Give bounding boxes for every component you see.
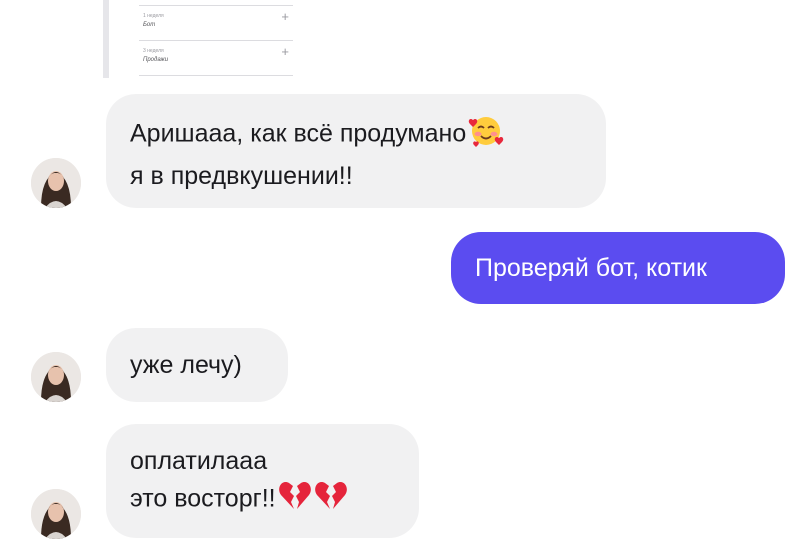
incoming-message-bubble[interactable]: Аришааа, как всё продумано я в предвкуше…: [106, 94, 606, 208]
message-text: это восторг!!: [130, 484, 276, 513]
chat-thread: 1 неделя Бот + 3 неделя Продажи + Аришаа…: [0, 0, 800, 550]
outgoing-message-bubble[interactable]: Проверяй бот, котик: [451, 232, 785, 304]
message-text: уже лечу): [130, 351, 242, 379]
message-text: оплатилааа: [130, 447, 268, 475]
message-text: Проверяй бот, котик: [475, 254, 707, 282]
smiling-face-with-hearts-icon: [468, 112, 504, 158]
broken-heart-icon: [314, 479, 348, 521]
incoming-message-bubble[interactable]: оплатилааа это восторг!!: [106, 424, 419, 538]
avatar[interactable]: [31, 352, 81, 402]
card-row-value: Продажи: [143, 57, 169, 63]
card-row[interactable]: 1 неделя Бот +: [139, 5, 293, 41]
avatar[interactable]: [31, 158, 81, 208]
message-line: Аришааа, как всё продумано: [130, 112, 582, 158]
broken-heart-icon: [278, 479, 312, 521]
card-row-caption: 1 неделя: [143, 13, 164, 19]
avatar[interactable]: [31, 489, 81, 539]
message-text: Аришааа, как всё продумано: [130, 119, 467, 148]
card-row[interactable]: 3 неделя Продажи +: [139, 41, 293, 76]
incoming-message-bubble[interactable]: уже лечу): [106, 328, 288, 402]
plus-icon[interactable]: +: [281, 10, 289, 23]
message-line: это восторг!!: [130, 479, 395, 521]
shared-message-preview[interactable]: 1 неделя Бот + 3 неделя Продажи +: [103, 0, 299, 78]
shared-card-content: 1 неделя Бот + 3 неделя Продажи +: [139, 0, 293, 76]
card-row-value: Бот: [143, 22, 156, 28]
card-row-caption: 3 неделя: [143, 48, 164, 54]
plus-icon[interactable]: +: [281, 45, 289, 58]
message-text: я в предвкушении!!: [130, 162, 353, 190]
